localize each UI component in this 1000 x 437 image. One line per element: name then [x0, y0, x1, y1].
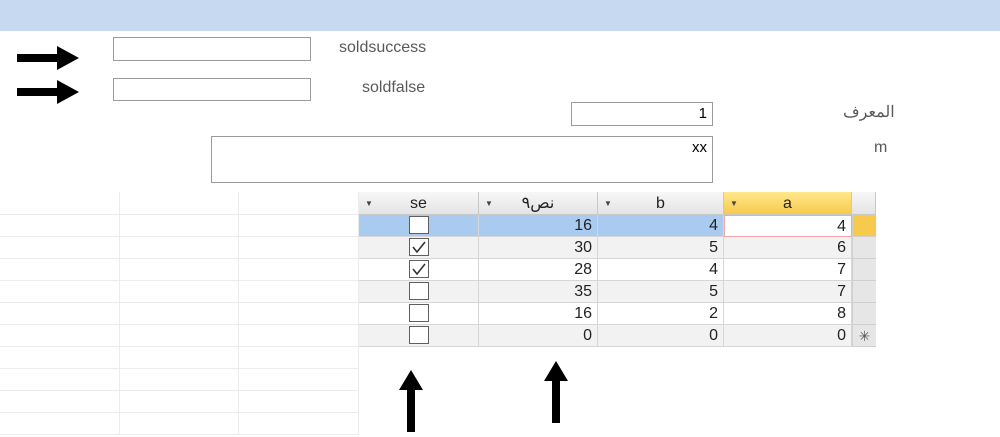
b-cell[interactable]: 5 [598, 237, 724, 259]
dropdown-icon[interactable]: ▼ [365, 192, 373, 215]
empty-cell [239, 303, 359, 325]
empty-cell [239, 413, 359, 435]
a-cell[interactable]: 0 [724, 325, 852, 347]
title-bar [0, 0, 1000, 31]
soldfalse-field[interactable] [113, 78, 311, 101]
record-selector[interactable] [852, 281, 876, 303]
nas9-cell[interactable]: 35 [479, 281, 598, 303]
record-selector[interactable]: ✳ [852, 325, 876, 347]
arrow-right-icon [17, 46, 79, 70]
b-cell[interactable]: 5 [598, 281, 724, 303]
empty-cell [0, 325, 120, 347]
column-header-label: b [656, 195, 665, 212]
check-icon [411, 263, 426, 276]
select-all-corner[interactable] [852, 192, 876, 215]
arrow-right-icon [17, 80, 79, 104]
b-cell[interactable]: 4 [598, 259, 724, 281]
empty-cell [0, 303, 120, 325]
empty-cell [239, 347, 359, 369]
empty-cell [120, 325, 239, 347]
m-label: m [874, 139, 888, 156]
empty-cell [239, 237, 359, 259]
empty-cell [120, 369, 239, 391]
a-cell[interactable]: 7 [724, 281, 852, 303]
empty-cell [0, 281, 120, 303]
check-icon [411, 241, 426, 254]
empty-header-cell [239, 192, 359, 215]
se-cell[interactable] [359, 237, 479, 259]
column-header-b[interactable]: ▼ b [598, 192, 724, 215]
datasheet-grid: ▼ se ▼ نص٩ ▼ b ▼ a 16 4 4 30 5 6 28 4 7 35 5 7 16 2 8 0… [0, 192, 876, 437]
b-cell[interactable]: 2 [598, 303, 724, 325]
record-selector[interactable] [852, 259, 876, 281]
m-field[interactable]: xx [211, 136, 713, 183]
soldsuccess-field[interactable] [113, 37, 311, 61]
dropdown-icon[interactable]: ▼ [604, 192, 612, 215]
column-header-label: a [783, 195, 792, 212]
empty-cell [120, 237, 239, 259]
empty-header-cell [0, 192, 120, 215]
arrow-up-icon [544, 361, 568, 423]
se-cell[interactable] [359, 281, 479, 303]
empty-cell [0, 347, 120, 369]
se-cell[interactable] [359, 303, 479, 325]
empty-cell [239, 281, 359, 303]
column-header-nas9[interactable]: ▼ نص٩ [479, 192, 598, 215]
empty-cell [120, 413, 239, 435]
se-cell[interactable] [359, 325, 479, 347]
se-cell[interactable] [359, 259, 479, 281]
empty-cell [0, 215, 120, 237]
empty-cell [0, 391, 120, 413]
a-cell[interactable]: 6 [724, 237, 852, 259]
checkbox[interactable] [408, 238, 429, 256]
checkbox[interactable] [408, 304, 429, 322]
empty-header-cell [120, 192, 239, 215]
column-header-a[interactable]: ▼ a [724, 192, 852, 215]
se-cell[interactable] [359, 215, 479, 237]
empty-cell [239, 259, 359, 281]
nas9-cell[interactable]: 0 [479, 325, 598, 347]
b-cell[interactable]: 0 [598, 325, 724, 347]
empty-cell [120, 347, 239, 369]
checkbox[interactable] [408, 282, 429, 300]
column-header-label: نص٩ [521, 195, 555, 212]
empty-cell [0, 413, 120, 435]
dropdown-icon[interactable]: ▼ [730, 192, 738, 215]
empty-cell [0, 259, 120, 281]
column-header-se[interactable]: ▼ se [359, 192, 479, 215]
empty-cell [0, 237, 120, 259]
b-cell[interactable]: 4 [598, 215, 724, 237]
empty-cell [120, 259, 239, 281]
record-selector[interactable] [852, 303, 876, 325]
empty-cell [239, 215, 359, 237]
id-field[interactable]: 1 [571, 102, 713, 126]
a-cell[interactable]: 8 [724, 303, 852, 325]
empty-cell [0, 369, 120, 391]
record-selector[interactable] [852, 237, 876, 259]
new-record-icon: ✳ [858, 328, 871, 344]
empty-cell [239, 369, 359, 391]
nas9-cell[interactable]: 30 [479, 237, 598, 259]
empty-cell [120, 281, 239, 303]
soldsuccess-label: soldsuccess [339, 39, 427, 56]
dropdown-icon[interactable]: ▼ [485, 192, 493, 215]
a-cell[interactable]: 4 [724, 215, 852, 237]
nas9-cell[interactable]: 28 [479, 259, 598, 281]
arrow-up-icon [399, 370, 423, 432]
column-header-label: se [410, 195, 427, 212]
empty-cell [239, 391, 359, 413]
record-selector[interactable] [852, 215, 876, 237]
checkbox[interactable] [408, 260, 429, 278]
nas9-cell[interactable]: 16 [479, 215, 598, 237]
empty-cell [120, 303, 239, 325]
checkbox[interactable] [408, 326, 429, 344]
a-cell[interactable]: 7 [724, 259, 852, 281]
soldfalse-label: soldfalse [362, 79, 426, 96]
checkbox[interactable] [408, 216, 429, 234]
empty-cell [120, 391, 239, 413]
nas9-cell[interactable]: 16 [479, 303, 598, 325]
id-label: المعرف [843, 104, 895, 121]
empty-cell [239, 325, 359, 347]
empty-cell [120, 215, 239, 237]
